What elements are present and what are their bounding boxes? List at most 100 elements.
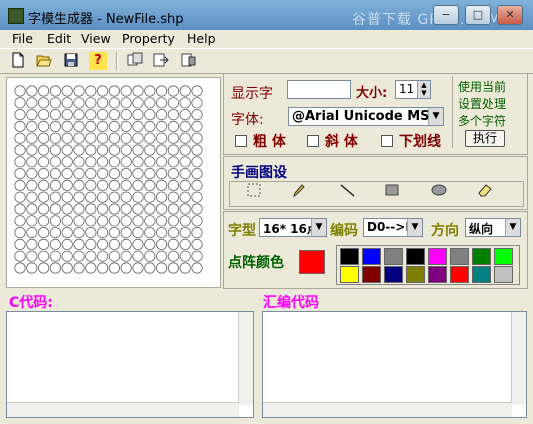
- matrix-dot[interactable]: [120, 168, 132, 180]
- c-code-hscroll[interactable]: [7, 402, 239, 417]
- matrix-dot[interactable]: [167, 168, 179, 180]
- matrix-dot[interactable]: [61, 85, 73, 97]
- palette-swatch[interactable]: [362, 248, 381, 265]
- matrix-dot[interactable]: [97, 215, 109, 227]
- matrix-dot[interactable]: [156, 108, 168, 121]
- matrix-dot[interactable]: [132, 156, 144, 168]
- size-spinner[interactable]: 11 ▲ ▼: [395, 80, 431, 99]
- matrix-dot[interactable]: [120, 97, 132, 109]
- palette-swatch[interactable]: [494, 266, 513, 283]
- matrix-dot[interactable]: [120, 191, 132, 203]
- matrix-dot[interactable]: [191, 85, 203, 97]
- matrix-dot[interactable]: [132, 97, 144, 109]
- matrix-dot[interactable]: [191, 97, 203, 109]
- matrix-dot[interactable]: [179, 227, 191, 239]
- matrix-dot[interactable]: [144, 250, 156, 262]
- matrix-dot[interactable]: [120, 250, 132, 262]
- matrix-dot[interactable]: [179, 191, 191, 203]
- matrix-dot[interactable]: [191, 179, 203, 192]
- matrix-dot[interactable]: [120, 120, 132, 133]
- matrix-dot[interactable]: [37, 85, 50, 97]
- matrix-dot[interactable]: [132, 168, 144, 180]
- matrix-dot[interactable]: [37, 238, 50, 250]
- matrix-dot[interactable]: [61, 108, 73, 121]
- matrix-dot[interactable]: [49, 191, 62, 203]
- matrix-dot[interactable]: [49, 85, 62, 97]
- dot-matrix-panel[interactable]: [6, 77, 221, 288]
- matrix-dot[interactable]: [144, 238, 156, 250]
- matrix-dot[interactable]: [144, 132, 156, 144]
- matrix-dot[interactable]: [61, 227, 73, 239]
- matrix-dot[interactable]: [179, 203, 191, 215]
- matrix-dot[interactable]: [108, 238, 121, 250]
- spinner-arrows-icon[interactable]: ▲ ▼: [417, 81, 430, 98]
- matrix-dot[interactable]: [37, 215, 50, 227]
- matrix-dot[interactable]: [85, 179, 97, 192]
- italic-checkbox[interactable]: [307, 135, 319, 147]
- matrix-dot[interactable]: [49, 144, 62, 156]
- matrix-dot[interactable]: [97, 85, 109, 97]
- matrix-dot[interactable]: [167, 227, 179, 239]
- matrix-dot[interactable]: [97, 132, 109, 144]
- matrix-dot[interactable]: [191, 108, 203, 121]
- matrix-dot[interactable]: [26, 156, 38, 168]
- matrix-dot[interactable]: [37, 262, 50, 274]
- chevron-down-icon[interactable]: ▼: [505, 219, 520, 236]
- matrix-dot[interactable]: [179, 144, 191, 156]
- matrix-dot[interactable]: [26, 250, 38, 262]
- matrix-dot[interactable]: [156, 215, 168, 227]
- eraser-icon[interactable]: [475, 182, 495, 200]
- matrix-dot[interactable]: [132, 262, 144, 274]
- matrix-dot[interactable]: [37, 156, 50, 168]
- matrix-dot[interactable]: [108, 262, 121, 274]
- matrix-dot[interactable]: [49, 215, 62, 227]
- matrix-dot[interactable]: [14, 120, 26, 133]
- matrix-dot[interactable]: [49, 168, 62, 180]
- matrix-dot[interactable]: [26, 120, 38, 133]
- matrix-dot[interactable]: [120, 85, 132, 97]
- matrix-dot[interactable]: [73, 156, 85, 168]
- matrix-dot[interactable]: [144, 85, 156, 97]
- matrix-dot[interactable]: [167, 97, 179, 109]
- matrix-dot[interactable]: [191, 191, 203, 203]
- matrix-dot[interactable]: [14, 203, 26, 215]
- matrix-dot[interactable]: [37, 179, 50, 192]
- matrix-dot[interactable]: [14, 215, 26, 227]
- matrix-dot[interactable]: [85, 227, 97, 239]
- matrix-dot[interactable]: [26, 144, 38, 156]
- menu-property[interactable]: Property: [122, 31, 175, 46]
- matrix-dot[interactable]: [144, 262, 156, 274]
- matrix-dot[interactable]: [85, 97, 97, 109]
- menu-help[interactable]: Help: [187, 31, 216, 46]
- matrix-dot[interactable]: [97, 238, 109, 250]
- menu-edit[interactable]: Edit: [47, 31, 71, 46]
- matrix-dot[interactable]: [132, 215, 144, 227]
- matrix-dot[interactable]: [49, 250, 62, 262]
- chevron-down-icon[interactable]: ▼: [407, 219, 422, 236]
- matrix-dot[interactable]: [120, 144, 132, 156]
- matrix-dot[interactable]: [49, 203, 62, 215]
- matrix-dot[interactable]: [108, 120, 121, 133]
- matrix-dot[interactable]: [26, 179, 38, 192]
- matrix-dot[interactable]: [144, 203, 156, 215]
- matrix-dot[interactable]: [120, 203, 132, 215]
- matrix-dot[interactable]: [85, 191, 97, 203]
- bold-checkbox[interactable]: [235, 135, 247, 147]
- matrix-dot[interactable]: [14, 250, 26, 262]
- matrix-dot[interactable]: [85, 144, 97, 156]
- matrix-dot[interactable]: [61, 179, 73, 192]
- matrix-dot[interactable]: [132, 191, 144, 203]
- matrix-dot[interactable]: [144, 108, 156, 121]
- tool-a-icon[interactable]: [126, 52, 144, 70]
- matrix-dot[interactable]: [167, 144, 179, 156]
- matrix-dot[interactable]: [179, 156, 191, 168]
- matrix-dot[interactable]: [120, 132, 132, 144]
- matrix-dot[interactable]: [97, 168, 109, 180]
- matrix-dot[interactable]: [132, 227, 144, 239]
- matrix-dot[interactable]: [108, 132, 121, 144]
- matrix-dot[interactable]: [120, 156, 132, 168]
- matrix-dot[interactable]: [49, 227, 62, 239]
- matrix-dot[interactable]: [132, 144, 144, 156]
- matrix-dot[interactable]: [167, 191, 179, 203]
- matrix-dot[interactable]: [156, 191, 168, 203]
